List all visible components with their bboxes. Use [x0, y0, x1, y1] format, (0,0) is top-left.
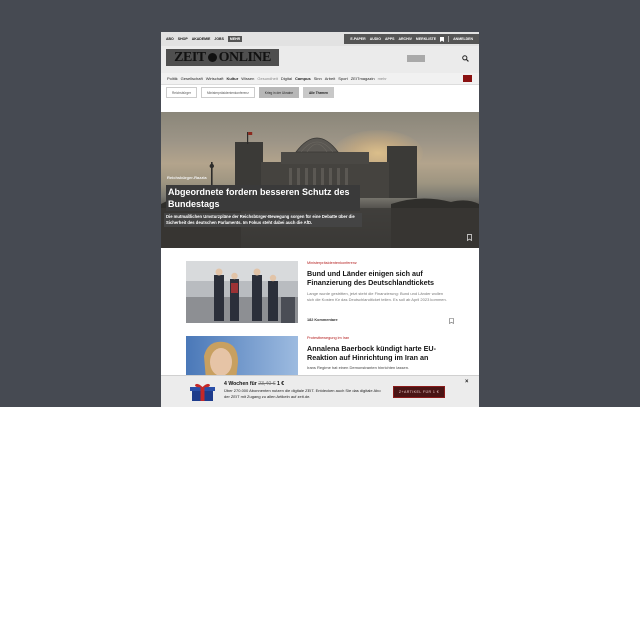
akademie-link[interactable]: AKADEMIE: [192, 37, 211, 41]
hero-headline[interactable]: Abgeordnete fordern besseren Schutz des …: [166, 185, 360, 211]
epaper-link[interactable]: E-PAPER: [350, 37, 365, 41]
service-links-left: ABO SHOP AKADEMIE JOBS MEHR: [166, 36, 243, 42]
logo-text-zeit: ZEIT: [174, 49, 206, 65]
masthead: ZEIT ONLINE: [161, 46, 479, 73]
merkliste-link[interactable]: MERKLISTE: [416, 37, 436, 41]
promo-old-price: 23,40 €: [258, 381, 276, 387]
service-bar: ABO SHOP AKADEMIE JOBS MEHR E-PAPER AUDI…: [161, 32, 479, 46]
bookmark-icon[interactable]: [449, 318, 454, 324]
comments-link[interactable]: 182 Kommentare: [307, 318, 338, 322]
search-icon[interactable]: [462, 55, 469, 62]
nav-item-sinn[interactable]: Sinn: [314, 76, 322, 81]
promo-new-price: 1 €: [276, 381, 285, 387]
login-link[interactable]: ANMELDEN: [453, 37, 473, 41]
nav-item-gesellschaft[interactable]: Gesellschaft: [181, 76, 203, 81]
nav-item-sport[interactable]: Sport: [338, 76, 348, 81]
close-icon[interactable]: ×: [465, 379, 469, 385]
topic-chip[interactable]: Reichsbürger: [166, 87, 197, 98]
bookmark-icon: [440, 36, 445, 42]
nav-item-gesundheit[interactable]: Gesundheit: [257, 76, 277, 81]
hero-kicker: Reichsbürger-Razzia: [167, 175, 207, 180]
bookmark-icon[interactable]: [467, 234, 472, 241]
browser-page: ABO SHOP AKADEMIE JOBS MEHR E-PAPER AUDI…: [161, 32, 479, 407]
hero-summary: Die mutmaßlichen Umsturzpläne der Reichs…: [164, 213, 362, 227]
hero-teaser[interactable]: Reichsbürger-Razzia Abgeordnete fordern …: [161, 112, 479, 248]
reichstag-image: [161, 132, 479, 248]
divider: [448, 36, 450, 42]
article-summary: Irans Regime hat einen Demonstranten hin…: [307, 365, 410, 370]
nav-item-arbeit[interactable]: Arbeit: [325, 76, 335, 81]
nav-items: Politik Gesellschaft Wirtschaft Kultur Wisse…: [167, 76, 387, 81]
search-input[interactable]: [407, 55, 425, 62]
promo-offer: 4 Wochen für: [224, 381, 257, 387]
apps-link[interactable]: APPS: [385, 37, 395, 41]
nav-item-campus[interactable]: Campus: [295, 76, 311, 81]
topic-chips: Reichsbürger Ministerpräsidentenkonferenz…: [166, 87, 334, 98]
topic-chip[interactable]: Ministerpräsidentenkonferenz: [200, 87, 255, 98]
nav-item-digital[interactable]: Digital: [281, 76, 292, 81]
zeit-online-logo[interactable]: ZEIT ONLINE: [166, 49, 279, 66]
article-headline[interactable]: Annalena Baerbock kündigt harte EU-Reakt…: [307, 344, 447, 362]
main-navigation: Politik Gesellschaft Wirtschaft Kultur Wisse…: [161, 73, 479, 85]
article-headline[interactable]: Bund und Länder einigen sich auf Finanzi…: [307, 269, 447, 287]
nav-item-politik[interactable]: Politik: [167, 76, 178, 81]
gift-icon: [190, 383, 215, 401]
crest-icon: [207, 53, 217, 62]
article-kicker: Protestbewegung im Iran: [307, 336, 350, 340]
nav-item-mehr[interactable]: mehr: [378, 76, 387, 81]
service-links-right: E-PAPER AUDIO APPS ARCHIV MERKLISTE ANME…: [344, 34, 479, 44]
nav-item-kultur[interactable]: Kultur: [226, 76, 238, 81]
nav-item-wirtschaft[interactable]: Wirtschaft: [206, 76, 224, 81]
promo-title: 4 Wochen für 23,40 € 1 €: [224, 381, 284, 387]
topic-chip[interactable]: Krieg in der Ukraine: [258, 87, 299, 98]
audio-link[interactable]: AUDIO: [370, 37, 381, 41]
logo-text-online: ONLINE: [218, 49, 272, 65]
jobs-link[interactable]: JOBS: [214, 37, 224, 41]
archiv-link[interactable]: ARCHIV: [399, 37, 412, 41]
nav-item-wissen[interactable]: Wissen: [241, 76, 254, 81]
more-menu-button[interactable]: MEHR: [227, 36, 243, 42]
shop-link[interactable]: SHOP: [178, 37, 188, 41]
article-photo: [186, 261, 298, 323]
abo-link[interactable]: ABO: [166, 37, 174, 41]
article-summary: Lange wurde gestritten, jetzt steht die …: [307, 291, 447, 302]
article-kicker: Ministerpräsidentenkonferenz: [307, 261, 357, 265]
topic-chip[interactable]: Alle Themen: [302, 87, 334, 98]
promo-cta-button[interactable]: Z+ARTIKEL FÜR 1 €: [393, 386, 445, 398]
promo-text: Über 270.000 Abonnenten nutzen die digit…: [224, 388, 381, 399]
menu-toggle-button[interactable]: [463, 75, 472, 82]
nav-item-zeitmagazin[interactable]: ZEITmagazin: [351, 76, 375, 81]
subscription-banner: 4 Wochen für 23,40 € 1 € Über 270.000 Ab…: [161, 375, 479, 407]
article-teaser[interactable]: Ministerpräsidentenkonferenz Bund und Lä…: [186, 261, 454, 325]
